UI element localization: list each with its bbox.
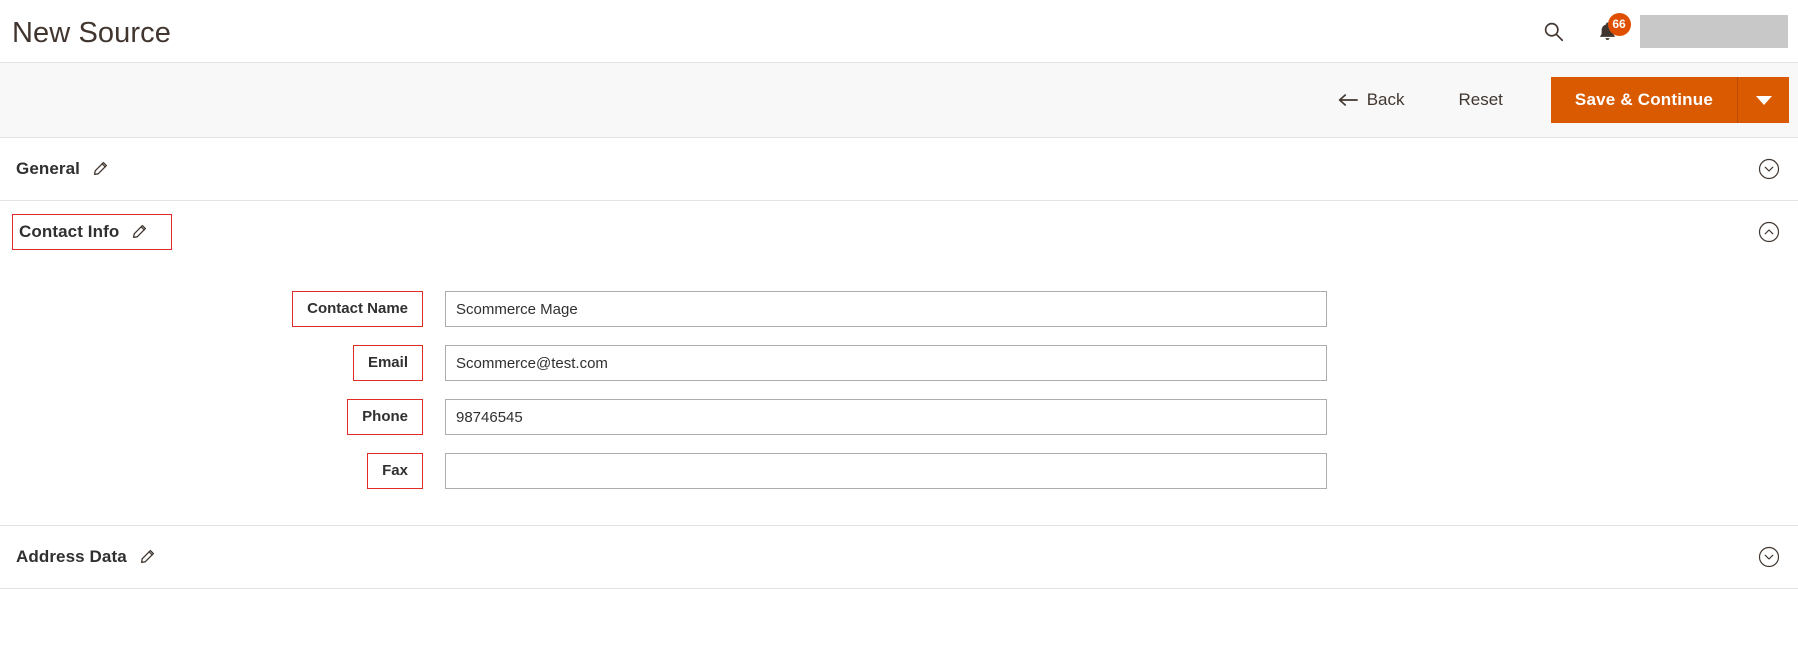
page-actions-toolbar: Back Reset Save & Continue [0, 62, 1798, 138]
notifications-badge: 66 [1608, 13, 1631, 36]
contact-name-input[interactable] [445, 291, 1327, 327]
section-contact-info-toggle-chevron-up-icon[interactable] [1756, 219, 1782, 245]
pencil-icon[interactable] [139, 549, 155, 565]
section-address-data-header[interactable]: Address Data [0, 526, 1798, 588]
search-button[interactable] [1526, 0, 1580, 62]
fax-input[interactable] [445, 453, 1327, 489]
phone-control [445, 399, 1327, 435]
save-and-continue-button[interactable]: Save & Continue [1551, 77, 1737, 123]
section-contact-info-title-group: Contact Info [12, 214, 172, 250]
arrow-left-icon [1338, 93, 1358, 107]
search-icon [1543, 21, 1564, 42]
back-button-label: Back [1367, 90, 1405, 110]
notifications-button[interactable]: 66 [1580, 0, 1634, 62]
page-title: New Source [12, 19, 171, 48]
email-label-cell: Email [0, 345, 445, 380]
section-general-title: General [16, 159, 80, 179]
section-general: General [0, 138, 1798, 201]
section-address-data-title: Address Data [16, 547, 127, 567]
section-general-title-group: General [12, 153, 118, 185]
bell-icon: 66 [1598, 21, 1617, 42]
fax-label: Fax [367, 453, 423, 488]
field-row-phone: Phone [0, 399, 1798, 435]
phone-label-cell: Phone [0, 399, 445, 434]
field-row-fax: Fax [0, 453, 1798, 489]
section-address-data-title-group: Address Data [12, 541, 165, 573]
section-contact-info-header[interactable]: Contact Info [0, 201, 1798, 263]
fax-label-cell: Fax [0, 453, 445, 488]
section-contact-info: Contact Info Contact Name [0, 201, 1798, 526]
pencil-icon[interactable] [92, 161, 108, 177]
caret-down-icon [1756, 96, 1772, 105]
fax-control [445, 453, 1327, 489]
contact-name-control [445, 291, 1327, 327]
section-address-data: Address Data [0, 526, 1798, 589]
section-address-data-toggle-chevron-down-icon[interactable] [1756, 544, 1782, 570]
user-menu[interactable] [1640, 15, 1788, 48]
email-control [445, 345, 1327, 381]
page-header: New Source 66 [0, 0, 1798, 62]
section-contact-info-title: Contact Info [19, 222, 119, 242]
email-label: Email [353, 345, 423, 380]
back-button[interactable]: Back [1334, 82, 1409, 118]
contact-name-label-cell: Contact Name [0, 291, 445, 326]
section-general-toggle-chevron-down-icon[interactable] [1756, 156, 1782, 182]
email-input[interactable] [445, 345, 1327, 381]
pencil-icon[interactable] [131, 224, 147, 240]
contact-info-form: Contact Name Email Phone Fax [0, 263, 1798, 525]
phone-label: Phone [347, 399, 423, 434]
section-general-header[interactable]: General [0, 138, 1798, 200]
reset-button[interactable]: Reset [1452, 82, 1508, 118]
contact-name-label: Contact Name [292, 291, 423, 326]
header-actions: 66 [1526, 0, 1798, 62]
phone-input[interactable] [445, 399, 1327, 435]
field-row-contact-name: Contact Name [0, 291, 1798, 327]
field-row-email: Email [0, 345, 1798, 381]
save-options-toggle[interactable] [1737, 77, 1789, 123]
save-split-button: Save & Continue [1551, 77, 1789, 123]
